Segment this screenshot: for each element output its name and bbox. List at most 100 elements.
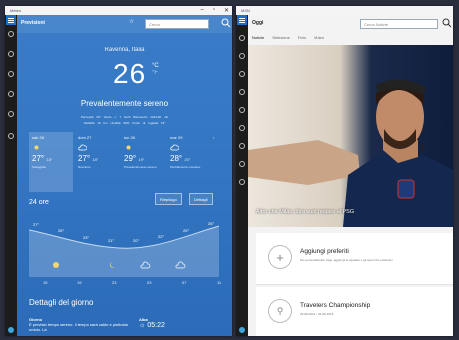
tab-notizie[interactable]: Notizie bbox=[252, 35, 264, 40]
summary-button[interactable]: Riepilogo bbox=[155, 193, 182, 205]
weather-content: Previsioni ☆ Cerca Ravenna, Italia 26 °C… bbox=[17, 15, 232, 336]
hourly-temp-label: 25° bbox=[183, 228, 189, 233]
unit-toggle[interactable]: °C °F bbox=[152, 63, 159, 77]
interests-icon[interactable] bbox=[239, 53, 245, 59]
day-desc: Prevalentemente sereno bbox=[124, 165, 157, 169]
sports-icon[interactable] bbox=[239, 107, 245, 113]
app-header: Previsioni ☆ Cerca bbox=[17, 15, 232, 33]
map-icon[interactable] bbox=[8, 51, 14, 57]
hourly-temp-label: 27° bbox=[33, 222, 39, 227]
current-condition: Prevalentemente sereno bbox=[80, 99, 169, 108]
search-input[interactable]: Cerca bbox=[145, 19, 209, 29]
hourly-temp-label: 23° bbox=[83, 235, 89, 240]
sun-icon bbox=[34, 145, 39, 150]
hour-label: 07 bbox=[182, 280, 187, 285]
headline-photo bbox=[248, 79, 453, 227]
news-icon[interactable] bbox=[8, 111, 14, 117]
day-card-partial[interactable]: › bbox=[213, 132, 223, 192]
day-high: 27° bbox=[78, 154, 91, 163]
unit-celsius[interactable]: °C bbox=[152, 63, 159, 70]
settings-icon[interactable] bbox=[8, 133, 14, 139]
card-subtitle: 23-06-2016 - 26-06-2016 bbox=[300, 312, 334, 316]
nav-rail bbox=[5, 15, 17, 336]
day-high: 29° bbox=[124, 154, 137, 163]
hour-label: 23 bbox=[112, 280, 117, 285]
day-card[interactable]: sab 26 27° 18° Soleggiato bbox=[29, 132, 73, 192]
close-button[interactable]: ✕ bbox=[224, 7, 229, 14]
lifestyle-icon[interactable] bbox=[239, 161, 245, 167]
sun-icon bbox=[53, 262, 59, 268]
feedback-icon[interactable] bbox=[239, 327, 245, 333]
window-controls: – ▫ ✕ bbox=[200, 7, 229, 14]
headline-source: Calciomercato.com · 10 minuti bbox=[260, 221, 301, 225]
cloud-icon bbox=[170, 144, 179, 151]
headline-title[interactable]: Altro che Milan, Ibra vuol restare al PS… bbox=[256, 209, 354, 215]
maximize-button[interactable]: ▫ bbox=[213, 7, 215, 14]
headline-card[interactable]: Altro che Milan, Ibra vuol restare al PS… bbox=[248, 45, 453, 227]
day-name: dom 27 bbox=[78, 135, 92, 140]
local-icon[interactable] bbox=[239, 71, 245, 77]
hourly-temp-label: 21° bbox=[108, 238, 114, 243]
day-desc: Nuvoloso bbox=[78, 165, 91, 169]
day-desc: Parzialmente nuvoloso bbox=[170, 165, 201, 169]
search-icon[interactable] bbox=[442, 18, 452, 28]
search-input[interactable]: Cerca Notizie bbox=[360, 19, 438, 29]
hour-label: 15 bbox=[43, 280, 48, 285]
video-icon[interactable] bbox=[239, 89, 245, 95]
app-header: Oggi Cerca Notizie bbox=[248, 15, 453, 33]
tab-video[interactable]: Video bbox=[314, 35, 324, 40]
hourly-temp-label: 26° bbox=[58, 228, 64, 233]
window-title: MSN bbox=[241, 8, 250, 13]
history-icon[interactable] bbox=[8, 71, 14, 77]
day-name: mar 29 bbox=[170, 135, 183, 140]
hamburger-menu-button[interactable] bbox=[237, 15, 247, 25]
hourly-temp-label: 22° bbox=[158, 234, 164, 239]
hamburger-menu-button[interactable] bbox=[6, 15, 16, 25]
daily-forecast: sab 26 27° 18° Soleggiato dom 27 27° 18°… bbox=[29, 132, 223, 192]
event-card[interactable]: ⚲ Travelers Championship 23-06-2016 - 26… bbox=[256, 287, 453, 336]
day-card[interactable]: dom 27 27° 18° Nuvoloso bbox=[75, 132, 119, 192]
day-desc: Soleggiato bbox=[32, 165, 47, 169]
pin-icon: ⚲ bbox=[268, 299, 292, 323]
page-title: Oggi bbox=[252, 20, 264, 26]
details-button[interactable]: Dettagli bbox=[189, 193, 213, 205]
day-card[interactable]: lun 28 29° 19° Prevalentemente sereno bbox=[121, 132, 165, 192]
add-favorites-card[interactable]: + Aggiungi preferiti Per personalizzare … bbox=[256, 233, 453, 285]
tech-icon[interactable] bbox=[239, 179, 245, 185]
money-icon[interactable] bbox=[239, 125, 245, 131]
day-card[interactable]: mar 29 28° 20° Parzialmente nuvoloso bbox=[167, 132, 211, 192]
news-content: Oggi Cerca Notizie Notizie Selezione Fot… bbox=[248, 15, 453, 336]
card-title: Aggiungi preferiti bbox=[300, 248, 349, 255]
sunrise: Alba ☼ 05:22 bbox=[139, 317, 165, 329]
search-icon[interactable] bbox=[221, 18, 231, 28]
hourly-temp-label: 20° bbox=[133, 238, 139, 243]
titlebar: Meteo – ▫ ✕ bbox=[5, 6, 232, 15]
places-icon[interactable] bbox=[8, 91, 14, 97]
minimize-button[interactable]: – bbox=[200, 7, 203, 14]
page-title: Previsioni bbox=[21, 20, 45, 26]
day-name: lun 28 bbox=[124, 135, 135, 140]
day-details-title: Dettagli del giorno bbox=[29, 298, 94, 307]
location-name: Ravenna, Italia bbox=[104, 47, 145, 53]
day-summary: Giorno È previsto tempo sereno. Il tempo… bbox=[29, 317, 129, 332]
home-icon[interactable] bbox=[239, 35, 245, 41]
titlebar: MSN bbox=[236, 6, 453, 15]
entertainment-icon[interactable] bbox=[239, 143, 245, 149]
tab-foto[interactable]: Foto bbox=[298, 35, 306, 40]
unit-fahrenheit[interactable]: °F bbox=[152, 70, 159, 77]
tab-bar: Notizie Selezione Foto Video bbox=[252, 35, 324, 40]
feedback-icon[interactable] bbox=[8, 327, 14, 333]
day-high: 27° bbox=[32, 154, 45, 163]
hourly-temp-label: 26° bbox=[208, 221, 214, 226]
window-title: Meteo bbox=[10, 8, 22, 13]
favorite-star-icon[interactable]: ☆ bbox=[129, 18, 134, 25]
tab-selezione[interactable]: Selezione bbox=[272, 35, 290, 40]
hourly-chart: 27° 26° 23° 21° 20° 22° 25° 26° bbox=[29, 221, 219, 277]
card-subtitle: Per personalizzare l'app, aggiungi le sq… bbox=[300, 258, 393, 262]
search-placeholder: Cerca Notizie bbox=[364, 22, 389, 27]
day-name: sab 26 bbox=[32, 135, 45, 140]
nav-rail bbox=[236, 15, 248, 336]
cloud-icon bbox=[78, 144, 87, 151]
home-icon[interactable] bbox=[8, 31, 14, 37]
hour-label: 03 bbox=[147, 280, 152, 285]
